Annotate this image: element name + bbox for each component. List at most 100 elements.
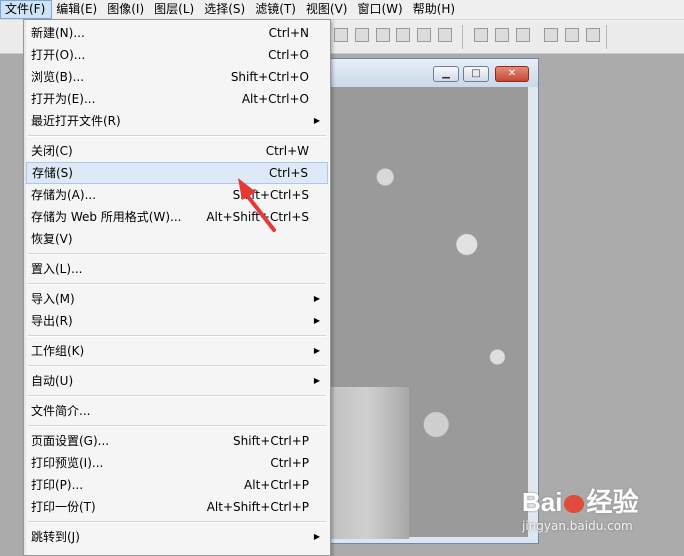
file-menu-item-24[interactable]: 打印预览(I)... Ctrl+P <box>26 452 328 474</box>
menu-item-label: 存储(S) <box>32 166 73 180</box>
file-menu-item-28[interactable]: 跳转到(J) ▶ <box>26 526 328 548</box>
align-right-icon[interactable] <box>438 28 452 42</box>
close-icon: ✕ <box>507 68 517 79</box>
menu-item-shortcut: Alt+Ctrl+O <box>241 92 309 106</box>
menu-separator <box>28 335 326 337</box>
menu-separator <box>28 425 326 427</box>
document-window: ▁ □ ✕ <box>318 58 539 544</box>
watermark-logo-left: Bai <box>522 487 563 517</box>
distribute-right-icon[interactable] <box>586 28 600 42</box>
menu-item-label: 工作组(K) <box>31 344 85 358</box>
baidu-watermark: Bai 经验 jingyan.baidu.com <box>522 482 638 533</box>
file-menu-item-21[interactable]: 文件简介... <box>26 400 328 422</box>
menu-item-label: 存储为(A)... <box>31 188 97 202</box>
file-menu-item-9[interactable]: 存储为 Web 所用格式(W)... Alt+Shift+Ctrl+S <box>26 206 328 228</box>
toolbar-separator <box>462 25 463 49</box>
image-canvas[interactable] <box>324 87 528 539</box>
file-menu-item-19[interactable]: 自动(U) ▶ <box>26 370 328 392</box>
menu-separator <box>28 521 326 523</box>
distribute-center-icon[interactable] <box>565 28 579 42</box>
distribute-middle-icon[interactable] <box>495 28 509 42</box>
file-menu-item-15[interactable]: 导出(R) ▶ <box>26 310 328 332</box>
align-middle-icon[interactable] <box>355 28 369 42</box>
menu-item-label: 打印一份(T) <box>31 500 96 514</box>
file-menu-item-7[interactable]: 存储(S) Ctrl+S <box>26 162 328 184</box>
menu-item-label: 文件简介... <box>31 404 91 418</box>
distribute-left-icon[interactable] <box>544 28 558 42</box>
minimize-icon: ▁ <box>442 68 450 79</box>
menu-item-label: 打印预览(I)... <box>31 456 104 470</box>
menubar-item-2[interactable]: 图像(I) <box>103 0 150 19</box>
menubar-item-6[interactable]: 视图(V) <box>302 0 354 19</box>
minimize-button[interactable]: ▁ <box>433 66 459 82</box>
file-menu-item-4[interactable]: 最近打开文件(R) ▶ <box>26 110 328 132</box>
menu-separator <box>28 365 326 367</box>
distribute-top-icon[interactable] <box>474 28 488 42</box>
red-arrow-icon <box>238 178 276 232</box>
align-left-icon[interactable] <box>396 28 410 42</box>
menu-item-shortcut: Ctrl+N <box>268 26 309 40</box>
baidu-paw-icon <box>564 495 585 514</box>
file-menu-item-2[interactable]: 浏览(B)... Shift+Ctrl+O <box>26 66 328 88</box>
menu-item-label: 最近打开文件(R) <box>31 114 121 128</box>
watermark-logo-right: 经验 <box>586 487 639 517</box>
triangle-right-icon: ▶ <box>313 376 320 385</box>
menu-item-shortcut: Alt+Shift+Ctrl+P <box>206 500 309 514</box>
close-button[interactable]: ✕ <box>495 66 529 82</box>
file-menu-item-1[interactable]: 打开(O)... Ctrl+O <box>26 44 328 66</box>
file-menu-item-6[interactable]: 关闭(C) Ctrl+W <box>26 140 328 162</box>
menu-item-shortcut: Alt+Ctrl+P <box>244 478 309 492</box>
menu-item-label: 导入(M) <box>31 292 75 306</box>
watermark-logo: Bai 经验 <box>522 482 638 519</box>
photo-figure <box>324 387 409 539</box>
file-menu-item-26[interactable]: 打印一份(T) Alt+Shift+Ctrl+P <box>26 496 328 518</box>
file-menu-item-12[interactable]: 置入(L)... <box>26 258 328 280</box>
menu-separator <box>28 283 326 285</box>
menubar-item-7[interactable]: 窗口(W) <box>353 0 408 19</box>
menubar-item-3[interactable]: 图层(L) <box>150 0 200 19</box>
menu-separator <box>28 135 326 137</box>
file-menu-item-10[interactable]: 恢复(V) <box>26 228 328 250</box>
menu-item-label: 恢复(V) <box>31 232 73 246</box>
document-titlebar[interactable]: ▁ □ ✕ <box>319 59 538 87</box>
menu-item-shortcut: Shift+Ctrl+O <box>230 70 309 84</box>
file-menu-item-17[interactable]: 工作组(K) ▶ <box>26 340 328 362</box>
file-menu-item-14[interactable]: 导入(M) ▶ <box>26 288 328 310</box>
align-top-icon[interactable] <box>334 28 348 42</box>
menubar-item-8[interactable]: 帮助(H) <box>409 0 461 19</box>
align-bottom-icon[interactable] <box>376 28 390 42</box>
watermark-url: jingyan.baidu.com <box>522 519 633 533</box>
menubar-item-0[interactable]: 文件(F) <box>0 0 53 19</box>
file-menu-item-0[interactable]: 新建(N)... Ctrl+N <box>26 22 328 44</box>
menu-item-label: 打开为(E)... <box>31 92 96 106</box>
file-menu-item-25[interactable]: 打印(P)... Alt+Ctrl+P <box>26 474 328 496</box>
file-menu-item-8[interactable]: 存储为(A)... Shift+Ctrl+S <box>26 184 328 206</box>
distribute-tools-group-1 <box>474 28 530 42</box>
menu-item-label: 存储为 Web 所用格式(W)... <box>31 210 182 224</box>
menu-item-shortcut: Ctrl+P <box>270 456 309 470</box>
file-menu-dropdown: 新建(N)... Ctrl+N 打开(O)... Ctrl+O 浏览(B)... Shif… <box>23 19 331 556</box>
align-center-icon[interactable] <box>417 28 431 42</box>
triangle-right-icon: ▶ <box>313 294 320 303</box>
align-tools-group-2 <box>396 28 452 42</box>
menu-separator <box>28 253 326 255</box>
distribute-bottom-icon[interactable] <box>516 28 530 42</box>
toolbar-separator <box>606 25 607 49</box>
menu-item-label: 关闭(C) <box>31 144 73 158</box>
menubar-item-4[interactable]: 选择(S) <box>200 0 251 19</box>
maximize-button[interactable]: □ <box>463 66 489 82</box>
distribute-tools-group-2 <box>544 28 600 42</box>
triangle-right-icon: ▶ <box>313 346 320 355</box>
menu-item-label: 打印(P)... <box>31 478 84 492</box>
file-menu-item-23[interactable]: 页面设置(G)... Shift+Ctrl+P <box>26 430 328 452</box>
file-menu-item-3[interactable]: 打开为(E)... Alt+Ctrl+O <box>26 88 328 110</box>
menubar-item-1[interactable]: 编辑(E) <box>52 0 103 19</box>
menubar-item-5[interactable]: 滤镜(T) <box>251 0 302 19</box>
align-tools-group-1 <box>334 28 390 42</box>
menu-separator <box>28 395 326 397</box>
vertical-scrollbar[interactable] <box>528 87 538 537</box>
menu-item-shortcut: Ctrl+W <box>265 144 309 158</box>
menu-item-label: 新建(N)... <box>31 26 85 40</box>
menu-item-label: 自动(U) <box>31 374 74 388</box>
maximize-icon: □ <box>471 68 481 79</box>
